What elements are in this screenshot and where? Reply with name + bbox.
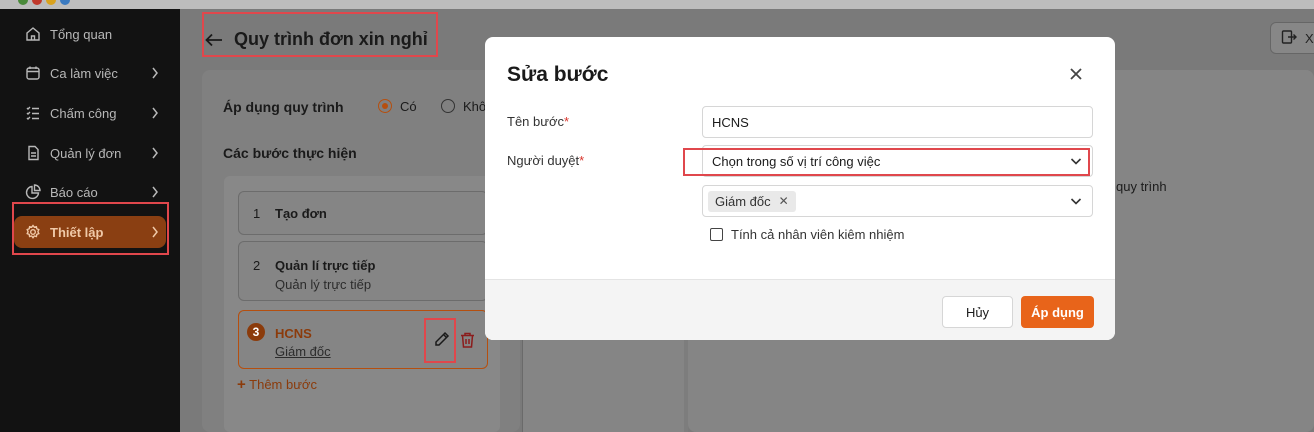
approver-label-text: Người duyệt (507, 153, 580, 168)
apply-button[interactable]: Áp dụng (1021, 296, 1094, 328)
chevron-down-icon (1070, 195, 1082, 207)
detail-text: quy trình (1116, 179, 1167, 194)
sidebar-item-label: Quản lý đơn (50, 145, 122, 161)
trash-icon[interactable] (460, 332, 475, 348)
sidebar-item-label: Ca làm việc (50, 65, 118, 81)
remove-tag-icon[interactable]: ✕ (779, 194, 789, 208)
step-name-label-text: Tên bước (507, 114, 564, 129)
modal-title: Sửa bước (507, 63, 609, 86)
step-approver: Giám đốc (275, 344, 331, 359)
highlight-box (424, 318, 456, 363)
pie-chart-icon (14, 184, 48, 200)
radio-yes-label: Có (400, 99, 417, 114)
sidebar-item-attendance[interactable]: Chấm công (14, 97, 166, 129)
chevron-right-icon (144, 186, 166, 198)
cancel-button[interactable]: Hủy (942, 296, 1013, 328)
position-multiselect[interactable]: Giám đốc ✕ (702, 185, 1093, 217)
highlight-box (12, 202, 169, 255)
required-asterisk: * (579, 153, 585, 168)
add-step-button[interactable]: + Thêm bước (237, 376, 317, 393)
position-tag-label: Giám đốc (715, 193, 771, 209)
sidebar-item-requests[interactable]: Quản lý đơn (14, 137, 166, 169)
required-asterisk: * (563, 114, 570, 129)
step-approver: Quản lý trực tiếp (275, 277, 372, 292)
calendar-icon (14, 65, 48, 81)
step-name-input[interactable]: HCNS (702, 106, 1093, 138)
modal-footer: Hủy Áp dụng (485, 279, 1115, 340)
radio-no[interactable] (441, 99, 455, 113)
sidebar-item-overview[interactable]: Tổng quan (14, 18, 166, 50)
sidebar-item-label: Chấm công (50, 105, 117, 121)
export-icon (1281, 29, 1297, 48)
edit-step-modal: Sửa bước Tên bước* HCNS Người duyệt* Chọ… (485, 37, 1115, 340)
top-strip (0, 0, 1314, 9)
step-name: Tạo đơn (275, 206, 327, 221)
plus-icon: + (237, 376, 246, 393)
steps-label: Các bước thực hiện (223, 145, 357, 161)
step-number: 1 (253, 206, 261, 221)
apply-workflow-label: Áp dụng quy trình (223, 99, 344, 115)
step-card[interactable]: 2 Quản lí trực tiếp Quản lý trực tiếp (238, 241, 488, 301)
sidebar-item-shifts[interactable]: Ca làm việc (14, 57, 166, 89)
document-icon (14, 145, 48, 161)
radio-no-label: Khô (463, 99, 487, 114)
step-name-label: Tên bước* (507, 114, 569, 129)
step-name: Quản lí trực tiếp (275, 258, 376, 273)
approver-label: Người duyệt* (507, 153, 584, 168)
home-icon (14, 26, 48, 42)
position-tag: Giám đốc ✕ (708, 190, 796, 212)
step-card[interactable]: 1 Tạo đơn (238, 191, 488, 235)
concurrent-staff-checkbox[interactable] (710, 228, 723, 241)
radio-yes[interactable] (378, 99, 392, 113)
close-icon[interactable] (1067, 65, 1085, 83)
highlight-box (683, 148, 1090, 176)
step-number: 2 (253, 258, 261, 273)
sidebar-item-label: Báo cáo (50, 184, 98, 200)
logo (18, 0, 78, 6)
chevron-right-icon (144, 147, 166, 159)
step-number-badge: 3 (247, 323, 265, 341)
export-label: X (1305, 30, 1314, 46)
sidebar-item-label: Tổng quan (50, 26, 113, 42)
chevron-right-icon (144, 107, 166, 119)
chevron-right-icon (144, 67, 166, 79)
add-step-label: Thêm bước (249, 377, 317, 392)
step-name: HCNS (275, 326, 312, 341)
highlight-box (202, 12, 438, 57)
checklist-icon (14, 105, 48, 121)
export-button[interactable]: X (1270, 22, 1314, 54)
concurrent-staff-label: Tính cả nhân viên kiêm nhiệm (731, 227, 905, 242)
